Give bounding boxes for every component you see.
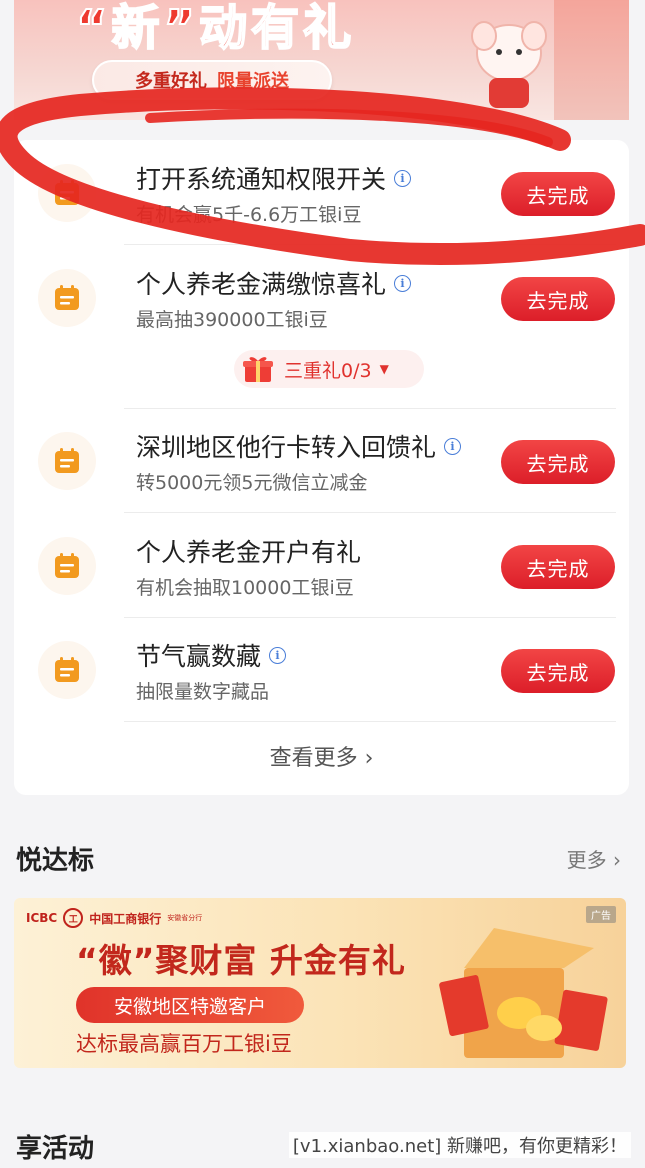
task-row: 节气赢数藏 i 抽限量数字藏品 去完成 xyxy=(14,617,629,721)
banner-tagline-part2: 限量派送 xyxy=(217,71,289,92)
info-icon[interactable]: i xyxy=(394,169,412,187)
section-title-yuedabiao: 悦达标 xyxy=(16,846,95,876)
gift-box-icon xyxy=(243,357,273,382)
building-illustration xyxy=(554,0,629,120)
mascot-illustration xyxy=(471,21,547,108)
task-list-card: 打开系统通知权限开关 i 有机会赢5千-6.6万工银i豆 去完成 个人养老金满缴惊… xyxy=(14,140,629,795)
brand-en: ICBC xyxy=(26,911,58,925)
see-more-label: 查看更多 xyxy=(269,746,358,771)
section-more-link[interactable]: 更多 › xyxy=(567,844,621,873)
complete-task-button[interactable]: 去完成 xyxy=(501,277,615,321)
task-subtitle: 抽限量数字藏品 xyxy=(136,681,270,703)
task-title: 深圳地区他行卡转入回馈礼 i xyxy=(136,428,462,464)
chevron-down-icon: ▼ xyxy=(379,362,389,376)
watermark: [v1.xianbao.net] 新赚吧，有你更精彩！ xyxy=(288,1132,631,1158)
ad-headline: “徽”聚财富 升金有礼 xyxy=(76,941,406,980)
banner-tagline-part1: 多重好礼 xyxy=(135,71,207,92)
gift-box-illustration xyxy=(439,928,608,1058)
brand-branch: 安徽省分行 xyxy=(167,914,203,922)
complete-task-button[interactable]: 去完成 xyxy=(501,440,615,484)
task-title: 个人养老金开户有礼 xyxy=(136,538,362,567)
icbc-logo-icon: 工 xyxy=(63,908,84,928)
ad-pill: 安徽地区特邀客户 xyxy=(76,987,304,1023)
complete-task-button[interactable]: 去完成 xyxy=(501,649,615,693)
brand-cn: 中国工商银行 xyxy=(89,911,162,926)
complete-task-button[interactable]: 去完成 xyxy=(501,172,615,216)
task-title: 打开系统通知权限开关 i xyxy=(136,160,412,196)
info-icon[interactable]: i xyxy=(269,646,287,664)
gift-progress-label: 三重礼0/3 xyxy=(284,359,372,382)
task-title: 节气赢数藏 i xyxy=(136,637,287,673)
calendar-icon xyxy=(38,641,96,699)
info-icon[interactable]: i xyxy=(394,274,412,292)
task-subtitle: 有机会赢5千-6.6万工银i豆 xyxy=(136,204,362,226)
task-row: 深圳地区他行卡转入回馈礼 i 转5000元领5元微信立减金 去完成 xyxy=(14,408,629,512)
chevron-right-icon: › xyxy=(613,848,621,872)
task-subtitle: 转5000元领5元微信立减金 xyxy=(136,472,368,494)
banner-title: “新”动有礼 xyxy=(75,0,356,57)
divider xyxy=(124,721,616,722)
task-subtitle: 最高抽390000工银i豆 xyxy=(136,309,328,331)
calendar-icon xyxy=(38,537,96,595)
top-banner[interactable]: “新”动有礼 多重好礼 限量派送 xyxy=(14,0,629,120)
section-more-label: 更多 xyxy=(566,848,607,872)
task-row: 打开系统通知权限开关 i 有机会赢5千-6.6万工银i豆 去完成 xyxy=(14,140,629,244)
calendar-icon xyxy=(38,164,96,222)
icbc-brand: ICBC 工 中国工商银行 安徽省分行 xyxy=(26,908,202,928)
calendar-icon xyxy=(38,269,96,327)
see-more-link[interactable]: 查看更多 › xyxy=(14,740,629,772)
chevron-right-icon: › xyxy=(364,746,374,771)
task-subtitle: 有机会抽取10000工银i豆 xyxy=(136,577,354,599)
gift-progress-badge[interactable]: 三重礼0/3 ▼ xyxy=(234,350,424,388)
promo-ad-banner[interactable]: ICBC 工 中国工商银行 安徽省分行 广告 “徽”聚财富 升金有礼 安徽地区特… xyxy=(14,898,626,1068)
banner-tagline: 多重好礼 限量派送 xyxy=(92,60,332,100)
task-row: 个人养老金满缴惊喜礼 i 最高抽390000工银i豆 去完成 xyxy=(14,245,629,349)
calendar-icon xyxy=(38,432,96,490)
complete-task-button[interactable]: 去完成 xyxy=(501,545,615,589)
ad-footer-text: 达标最高赢百万工银i豆 xyxy=(76,1032,292,1056)
task-title: 个人养老金满缴惊喜礼 i xyxy=(136,265,412,301)
task-row: 个人养老金开户有礼 有机会抽取10000工银i豆 去完成 xyxy=(14,513,629,617)
section-title-activity: 享活动 xyxy=(16,1134,95,1164)
info-icon[interactable]: i xyxy=(444,437,462,455)
